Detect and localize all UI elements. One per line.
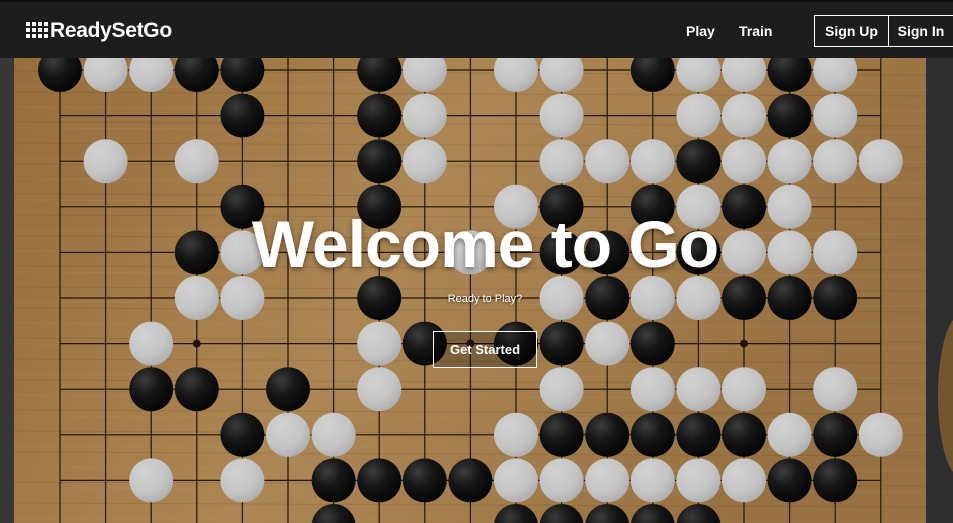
hero-title: Welcome to Go [251,207,719,281]
navbar: ReadySetGo Play Train Sign Up Sign In [0,0,953,58]
hero-section: Welcome to Go Ready to Play? Get Started [0,56,953,523]
nav-link-train[interactable]: Train [739,23,772,39]
sign-in-button[interactable]: Sign In [888,15,953,47]
sign-up-button[interactable]: Sign Up [814,15,889,47]
brand-name: ReadySetGo [50,19,172,42]
hero-subtitle: Ready to Play? [447,293,523,305]
nav-link-play[interactable]: Play [686,23,715,39]
get-started-button[interactable]: Get Started [433,331,537,368]
grid-logo-icon [26,22,48,40]
brand-logo[interactable]: ReadySetGo [26,19,172,43]
hero-overlay [0,56,953,523]
